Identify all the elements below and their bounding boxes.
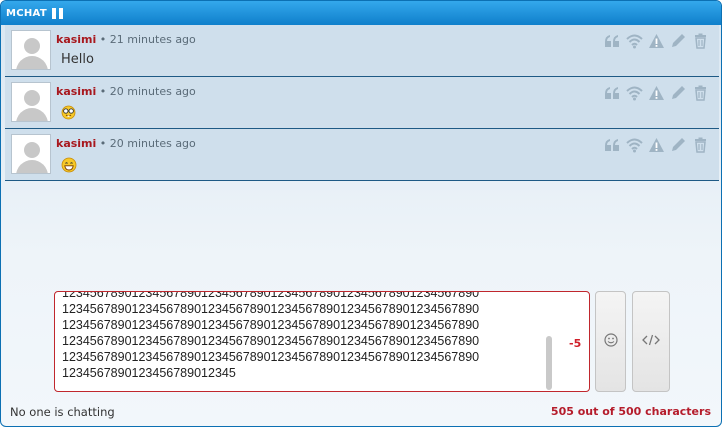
nerd-face-icon <box>61 105 76 120</box>
message-time: 20 minutes ago <box>109 137 196 150</box>
message-meta: kasimi • 21 minutes ago <box>56 33 196 46</box>
quote-icon[interactable] <box>604 137 621 153</box>
pencil-icon[interactable] <box>670 137 687 153</box>
warning-icon[interactable] <box>648 85 665 101</box>
chars-remaining: -5 <box>569 337 582 350</box>
meta-separator: • <box>99 137 107 150</box>
code-icon <box>642 333 660 350</box>
message-list: kasimi • 21 minutes ago Hello kasimi • 2… <box>5 25 719 181</box>
username[interactable]: kasimi <box>56 85 96 98</box>
wifi-icon[interactable] <box>626 33 643 49</box>
message-meta: kasimi • 20 minutes ago <box>56 137 196 150</box>
avatar[interactable] <box>11 82 51 122</box>
username[interactable]: kasimi <box>56 137 96 150</box>
message-item: kasimi • 20 minutes ago <box>5 77 719 129</box>
chat-header: MCHAT <box>1 1 721 25</box>
wifi-icon[interactable] <box>626 85 643 101</box>
trash-icon[interactable] <box>692 85 709 101</box>
message-actions <box>604 85 709 101</box>
quote-icon[interactable] <box>604 33 621 49</box>
bbcode-button[interactable] <box>632 291 670 392</box>
avatar[interactable] <box>11 30 51 70</box>
pencil-icon[interactable] <box>670 85 687 101</box>
input-scrollbar[interactable] <box>546 336 552 390</box>
wifi-icon[interactable] <box>626 137 643 153</box>
message-input-text[interactable]: 1234567890123456789012345678901234567890… <box>62 292 550 381</box>
character-count: 505 out of 500 characters <box>550 405 711 418</box>
message-time: 20 minutes ago <box>109 85 196 98</box>
message-item: kasimi • 21 minutes ago Hello <box>5 25 719 77</box>
message-item: kasimi • 20 minutes ago <box>5 129 719 181</box>
message-input[interactable]: 1234567890123456789012345678901234567890… <box>54 291 590 392</box>
smilies-button[interactable] <box>595 291 626 392</box>
message-time: 21 minutes ago <box>109 33 196 46</box>
message-actions <box>604 33 709 49</box>
chat-title: MCHAT <box>6 7 47 19</box>
trash-icon[interactable] <box>692 33 709 49</box>
warning-icon[interactable] <box>648 33 665 49</box>
pause-icon[interactable] <box>51 7 63 19</box>
chat-status: No one is chatting <box>10 405 115 419</box>
trash-icon[interactable] <box>692 137 709 153</box>
message-meta: kasimi • 20 minutes ago <box>56 85 196 98</box>
meta-separator: • <box>99 85 107 98</box>
pencil-icon[interactable] <box>670 33 687 49</box>
quote-icon[interactable] <box>604 85 621 101</box>
smiley-icon <box>603 333 618 350</box>
chat-panel: MCHAT kasimi • 21 minutes ago Hello kasi… <box>0 0 722 427</box>
avatar[interactable] <box>11 134 51 174</box>
username[interactable]: kasimi <box>56 33 96 46</box>
meta-separator: • <box>99 33 107 46</box>
grinning-face-icon <box>61 157 77 173</box>
message-text: Hello <box>61 52 94 67</box>
warning-icon[interactable] <box>648 137 665 153</box>
message-actions <box>604 137 709 153</box>
